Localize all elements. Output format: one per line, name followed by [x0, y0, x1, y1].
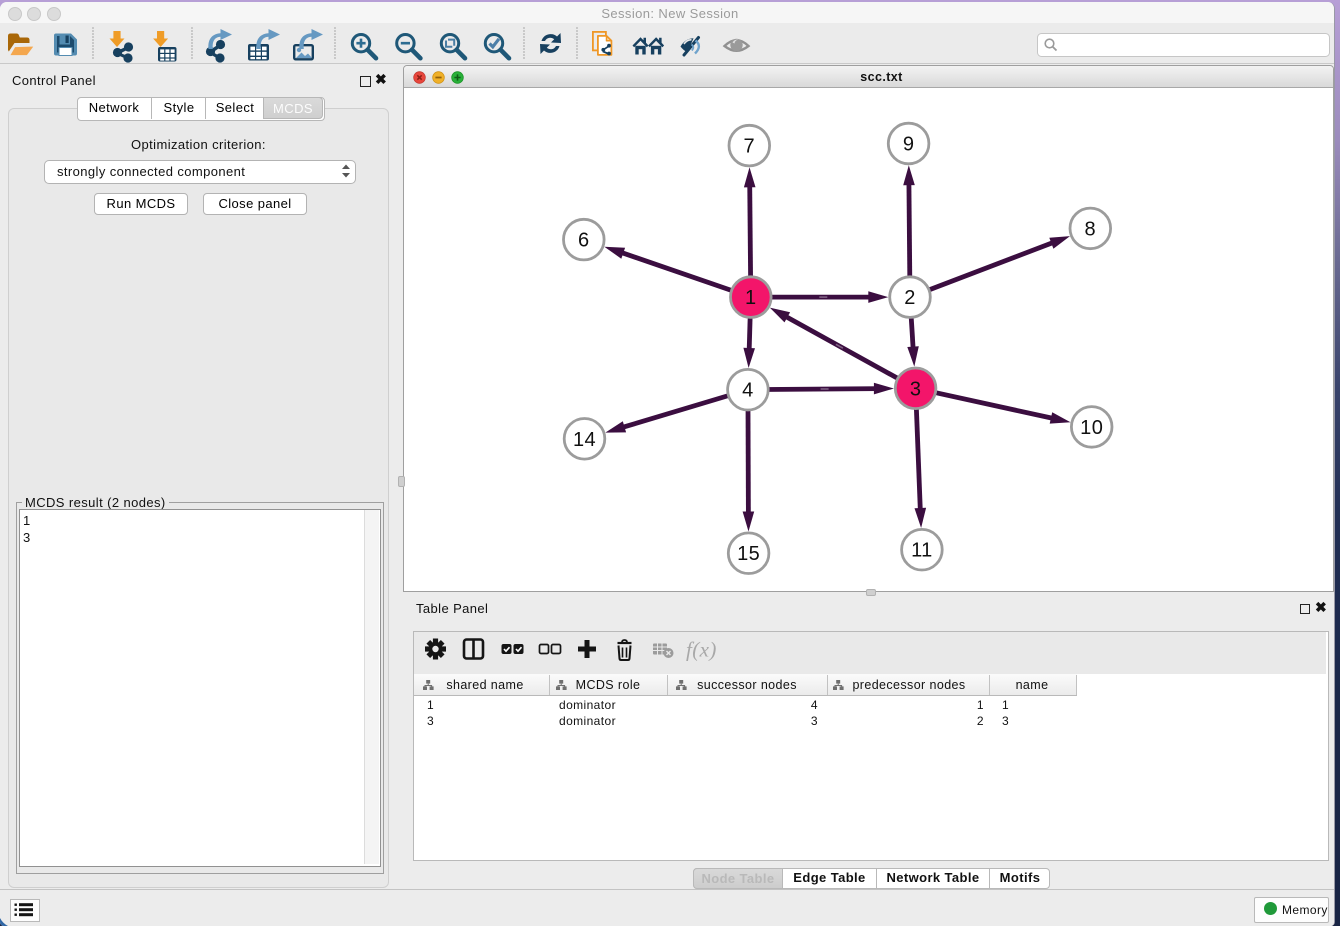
- svg-text:15: 15: [737, 543, 760, 565]
- svg-text:7: 7: [744, 136, 756, 158]
- svg-text:f(x): f(x): [686, 638, 717, 662]
- svg-text:1: 1: [745, 287, 757, 309]
- svg-text:10: 10: [1080, 417, 1103, 439]
- svg-text:11: 11: [911, 540, 933, 562]
- svg-text:14: 14: [573, 429, 596, 451]
- svg-text:2: 2: [904, 287, 916, 309]
- svg-text:6: 6: [578, 230, 590, 252]
- svg-text:4: 4: [742, 380, 754, 402]
- svg-text:8: 8: [1085, 218, 1097, 240]
- svg-text:name: name: [1016, 678, 1049, 692]
- svg-text:3: 3: [910, 378, 922, 400]
- svg-text:shared name: shared name: [446, 678, 523, 692]
- svg-text:MCDS role: MCDS role: [576, 678, 641, 692]
- svg-text:predecessor nodes: predecessor nodes: [852, 678, 965, 692]
- svg-text:successor nodes: successor nodes: [697, 678, 797, 692]
- svg-text:9: 9: [903, 134, 915, 156]
